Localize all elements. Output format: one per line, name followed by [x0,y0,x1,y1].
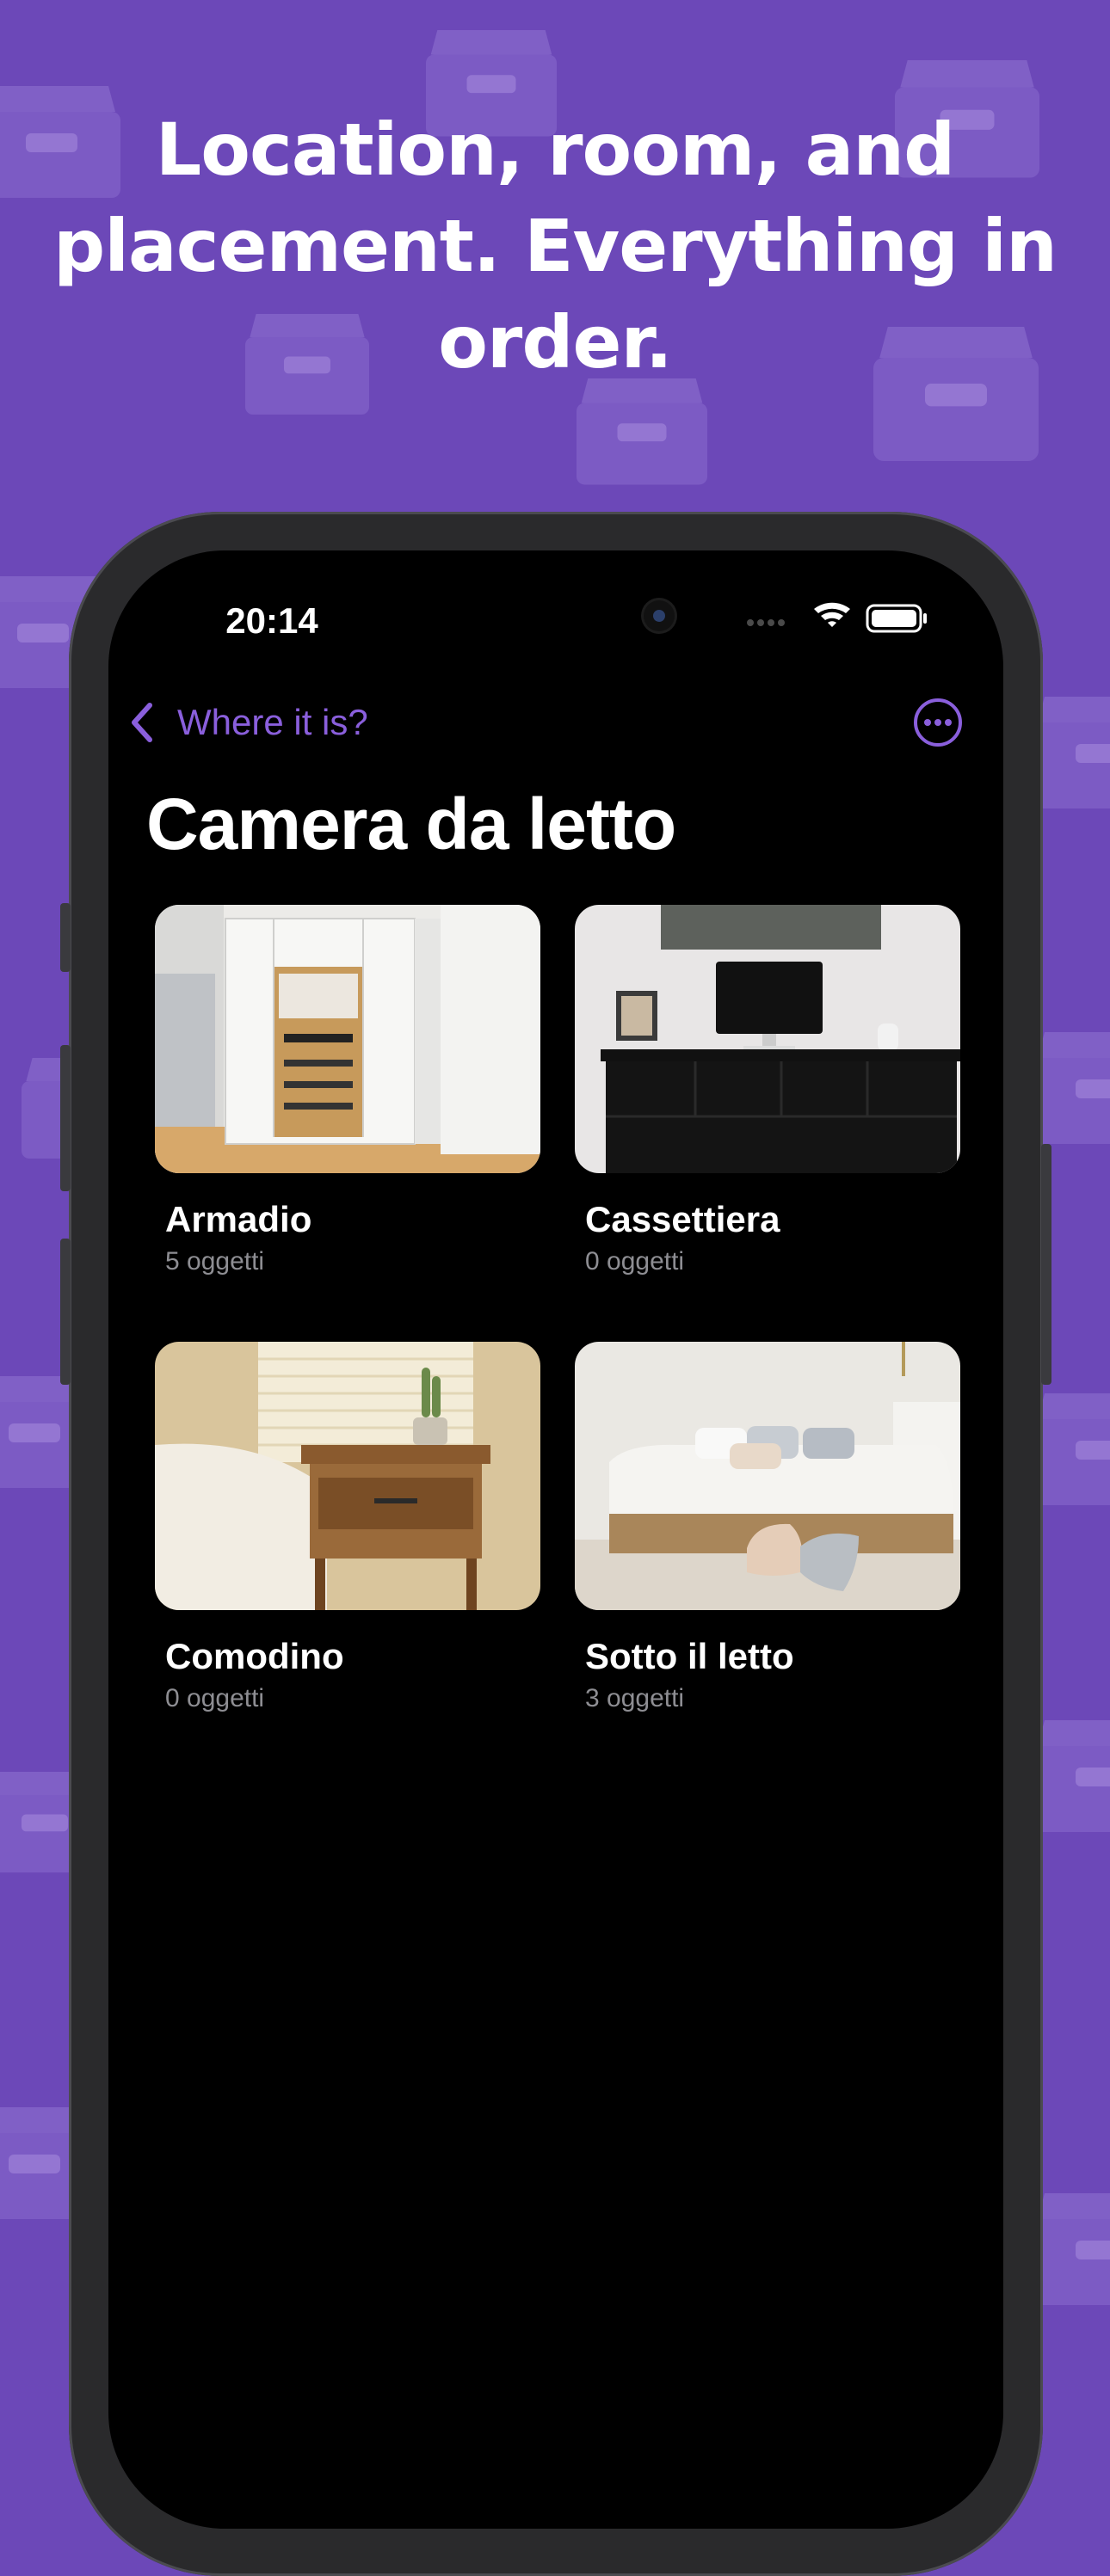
place-count: 0 oggetti [165,1684,265,1712]
promo-headline: Location, room, and placement. Everythin… [0,101,1110,390]
page-title: Camera da letto [146,784,676,864]
headline-line-2: placement. Everything in [53,204,1058,288]
volume-up-button [60,1045,71,1191]
front-camera [644,600,675,631]
cellular-icon [747,619,785,626]
dresser-photo [575,905,960,1173]
headline-line-1: Location, room, and [155,108,955,192]
place-card-cassettiera[interactable]: Cassettiera 0 oggetti [575,905,960,1276]
wifi-icon [814,602,850,627]
place-name: Armadio [165,1199,312,1239]
place-name: Sotto il letto [585,1636,794,1676]
phone-screen: 20:14 Where it is? Camera da letto Armad… [108,550,1003,2529]
volume-down-button [60,1239,71,1385]
place-card-armadio[interactable]: Armadio 5 oggetti [155,905,540,1276]
place-count: 5 oggetti [165,1247,265,1276]
ellipsis-circle-icon[interactable] [912,697,964,748]
back-button[interactable]: Where it is? [177,698,368,747]
battery-icon [866,604,927,633]
bed-photo [575,1342,960,1610]
back-chevron-icon[interactable] [126,698,157,747]
place-count: 0 oggetti [585,1247,685,1276]
place-name: Cassettiera [585,1199,780,1239]
place-card-comodino[interactable]: Comodino 0 oggetti [155,1342,540,1713]
headline-line-3: order. [438,300,673,384]
place-name: Comodino [165,1636,344,1676]
place-card-sotto-il-letto[interactable]: Sotto il letto 3 oggetti [575,1342,960,1713]
status-icons [747,602,927,633]
place-count: 3 oggetti [585,1684,685,1712]
nightstand-photo [155,1342,540,1610]
mute-switch [60,903,71,972]
status-time: 20:14 [225,600,318,641]
power-button [1041,1144,1051,1385]
wardrobe-photo [155,905,540,1173]
